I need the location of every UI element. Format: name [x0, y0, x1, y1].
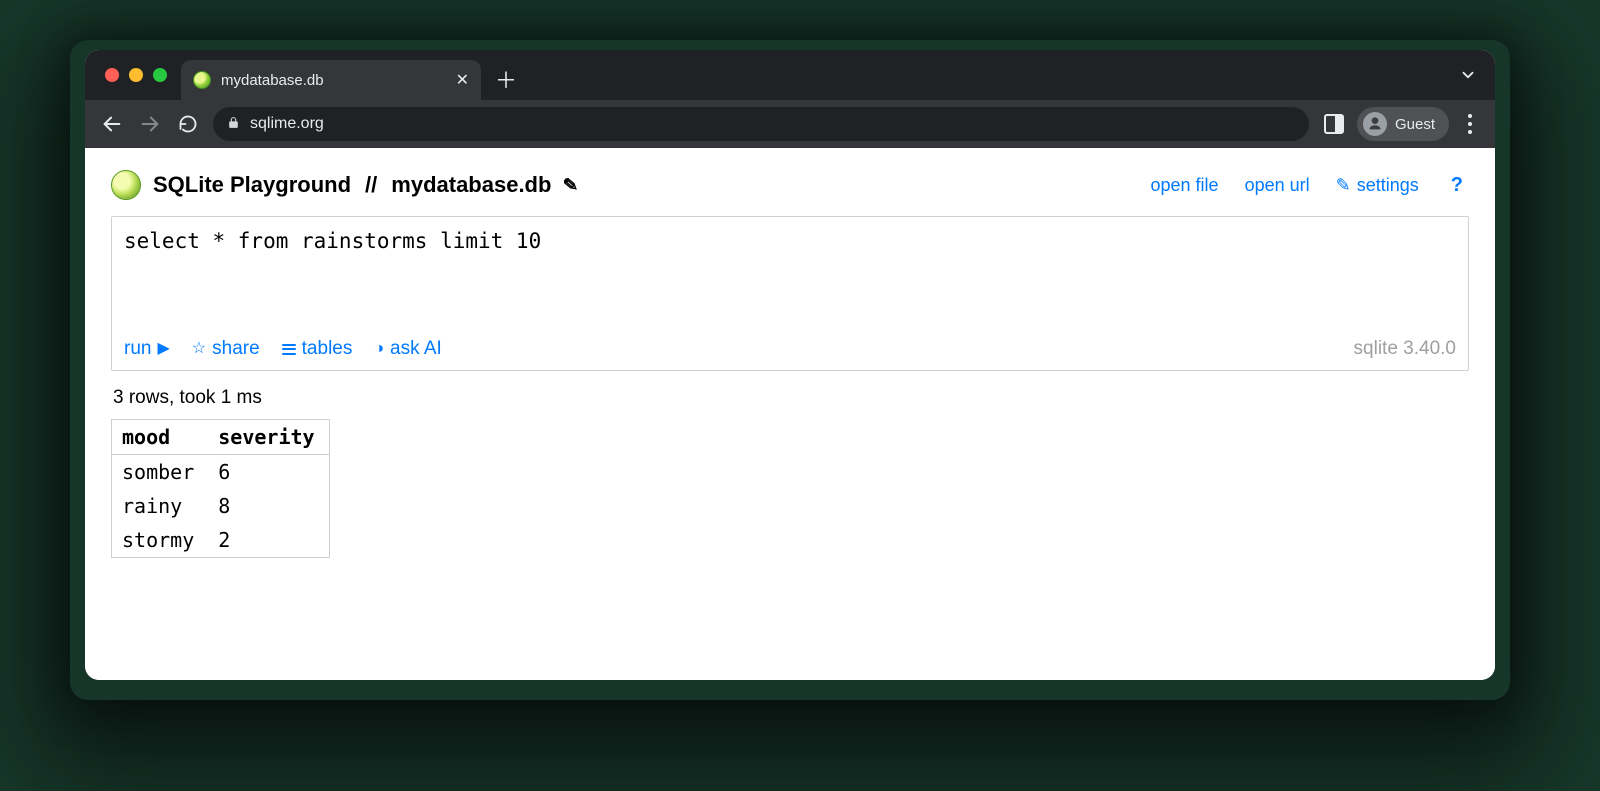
window-controls: [97, 50, 181, 100]
avatar-icon: [1363, 112, 1387, 136]
query-editor[interactable]: [112, 217, 1468, 327]
window-zoom-button[interactable]: [153, 68, 167, 82]
col-severity: severity: [208, 420, 329, 455]
sqlite-version: sqlite 3.40.0: [1354, 338, 1456, 360]
title-separator: //: [363, 172, 379, 198]
address-bar[interactable]: sqlime.org: [213, 107, 1309, 141]
circle-half-icon: ◑: [374, 341, 384, 357]
settings-link[interactable]: ✎ settings: [1336, 175, 1419, 196]
address-bar-text: sqlime.org: [250, 115, 324, 133]
browser-window: mydatabase.db ✕ ＋ sqlime.or: [85, 50, 1495, 680]
col-mood: mood: [112, 420, 209, 455]
table-row: somber 6: [112, 455, 330, 490]
tab-favicon-icon: [193, 71, 211, 89]
browser-tab[interactable]: mydatabase.db ✕: [181, 60, 481, 100]
side-panel-button[interactable]: [1321, 111, 1347, 137]
tab-title: mydatabase.db: [221, 72, 446, 89]
table-header-row: mood severity: [112, 420, 330, 455]
browser-toolbar: sqlime.org Guest: [85, 100, 1495, 148]
run-button[interactable]: run ▶: [124, 338, 170, 360]
new-tab-button[interactable]: ＋: [491, 64, 521, 94]
star-icon: ☆: [192, 341, 206, 357]
arrow-left-icon: [101, 113, 123, 135]
tab-close-button[interactable]: ✕: [456, 70, 469, 90]
table-row: stormy 2: [112, 523, 330, 558]
app-logo-icon: [111, 170, 141, 200]
settings-icon: ✎: [1336, 175, 1351, 196]
tabs-menu-button[interactable]: [1459, 50, 1477, 100]
ask-ai-button[interactable]: ◑ ask AI: [374, 338, 441, 360]
profile-label: Guest: [1395, 116, 1435, 133]
list-icon: [282, 341, 296, 357]
chevron-down-icon: [1459, 66, 1477, 84]
rename-db-button[interactable]: ✎: [563, 174, 580, 196]
profile-button[interactable]: Guest: [1357, 107, 1449, 141]
window-minimize-button[interactable]: [129, 68, 143, 82]
play-icon: ▶: [157, 341, 169, 357]
page-content: SQLite Playground // mydatabase.db ✎ ope…: [85, 148, 1495, 680]
open-file-link[interactable]: open file: [1151, 175, 1219, 196]
help-link[interactable]: ?: [1445, 174, 1469, 197]
tab-strip: mydatabase.db ✕ ＋: [85, 50, 1495, 100]
result-status: 3 rows, took 1 ms: [113, 387, 1467, 409]
open-url-link[interactable]: open url: [1245, 175, 1310, 196]
editor-toolbar: run ▶ ☆ share tables ◑: [112, 332, 1468, 370]
result-table: mood severity somber 6 rainy 8 stormy: [111, 419, 330, 558]
query-editor-container: run ▶ ☆ share tables ◑: [111, 216, 1469, 371]
table-row: rainy 8: [112, 489, 330, 523]
side-panel-icon: [1324, 114, 1344, 134]
browser-menu-button[interactable]: [1459, 114, 1481, 134]
nav-reload-button[interactable]: [175, 111, 201, 137]
nav-back-button[interactable]: [99, 111, 125, 137]
db-name: mydatabase.db: [391, 172, 551, 198]
lock-icon: [227, 116, 240, 132]
reload-icon: [178, 114, 198, 134]
nav-forward-button[interactable]: [137, 111, 163, 137]
share-button[interactable]: ☆ share: [192, 338, 260, 360]
tables-button[interactable]: tables: [282, 338, 353, 360]
app-title: SQLite Playground: [153, 172, 351, 198]
toolbar-right-cluster: Guest: [1321, 107, 1481, 141]
arrow-right-icon: [139, 113, 161, 135]
page-header: SQLite Playground // mydatabase.db ✎ ope…: [111, 170, 1469, 200]
window-close-button[interactable]: [105, 68, 119, 82]
